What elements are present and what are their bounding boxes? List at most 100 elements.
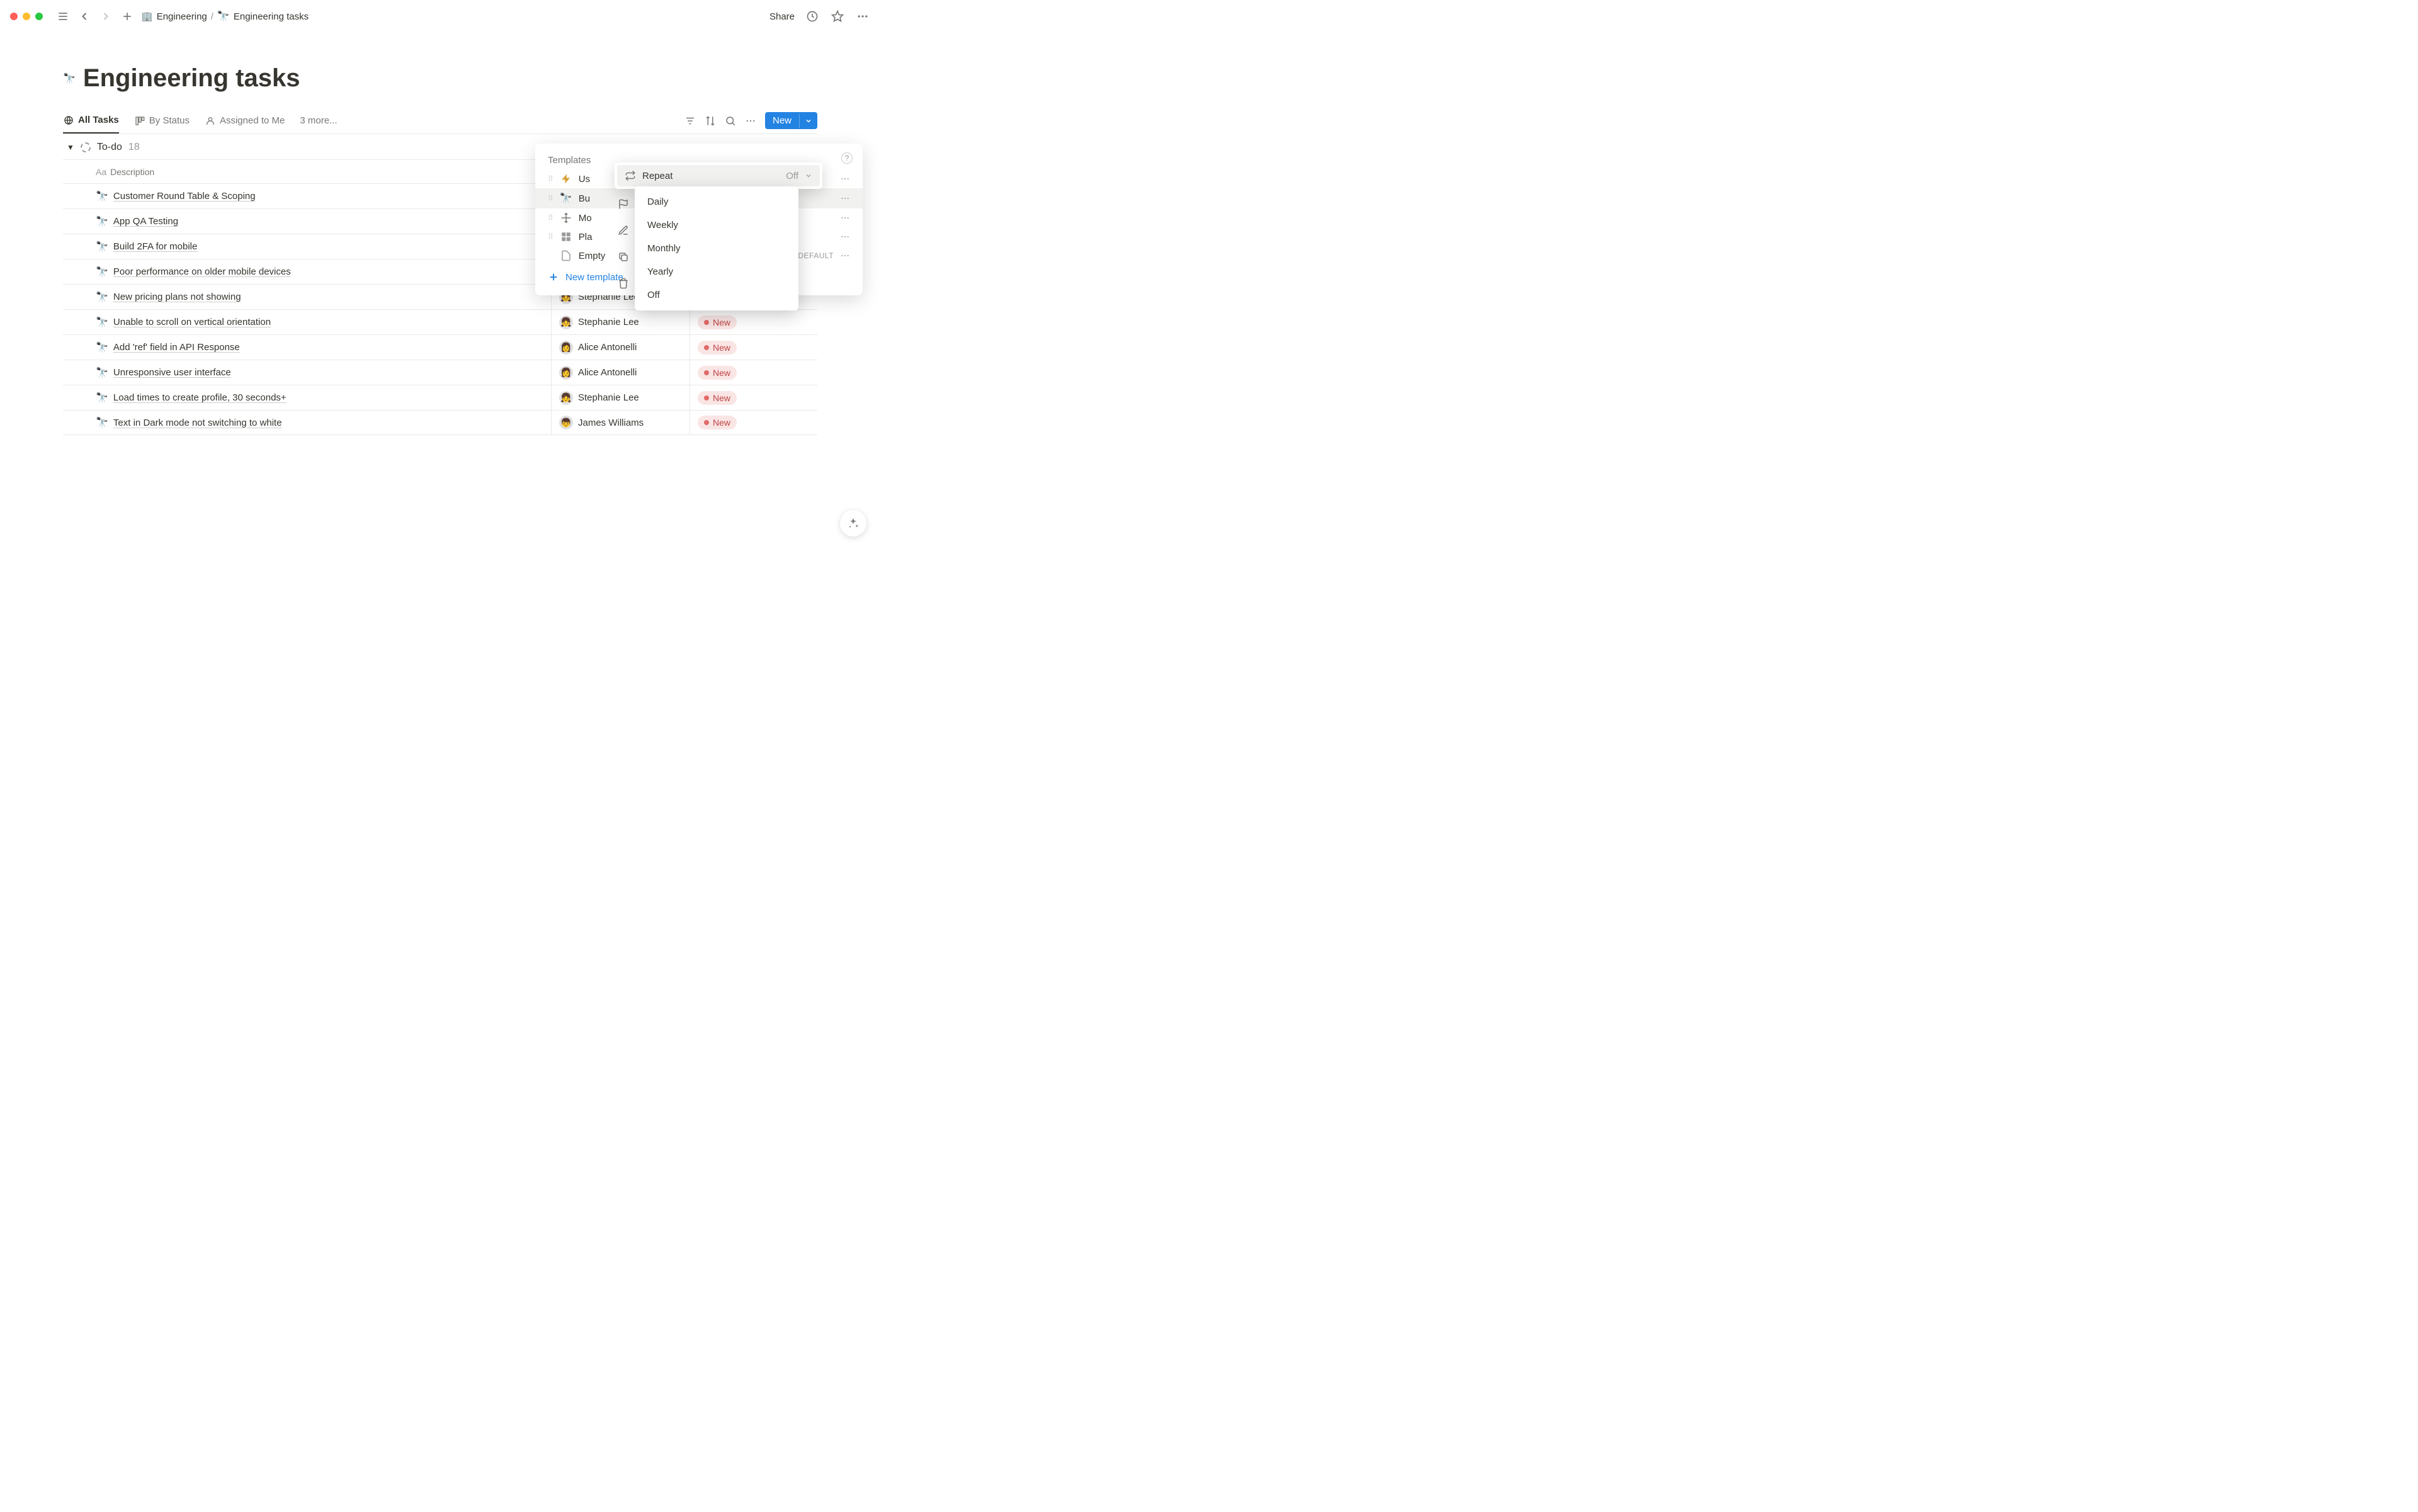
- column-description-header[interactable]: Aa Description: [63, 167, 551, 177]
- template-type-icon: [560, 173, 572, 185]
- topbar-right: Share: [769, 9, 870, 24]
- topbar: 🏢 Engineering / 🔭 Engineering tasks Shar…: [0, 0, 880, 33]
- assignee-name: Alice Antonelli: [578, 342, 637, 353]
- status-cell[interactable]: New: [690, 411, 817, 435]
- repeat-option[interactable]: Off: [635, 283, 798, 307]
- breadcrumb: 🏢 Engineering / 🔭 Engineering tasks: [141, 10, 309, 23]
- assignee-cell[interactable]: 👧Stephanie Lee: [551, 385, 690, 410]
- template-more-icon[interactable]: [840, 174, 850, 184]
- table-row[interactable]: 🔭Load times to create profile, 30 second…: [63, 385, 817, 410]
- template-type-icon: [560, 212, 572, 224]
- status-cell[interactable]: New: [690, 385, 817, 410]
- page-icon[interactable]: 🔭: [63, 72, 76, 85]
- breadcrumb-separator: /: [211, 11, 213, 22]
- avatar: 👦: [559, 416, 573, 429]
- repeat-menu-item[interactable]: Repeat Off: [617, 165, 820, 186]
- share-button[interactable]: Share: [769, 11, 795, 22]
- tab-by-status[interactable]: By Status: [134, 108, 190, 134]
- binoculars-icon: 🔭: [96, 341, 108, 354]
- clock-icon[interactable]: [805, 9, 820, 24]
- help-icon[interactable]: ?: [841, 152, 853, 164]
- template-more-icon[interactable]: [840, 251, 850, 261]
- view-more-icon[interactable]: [745, 115, 756, 127]
- flag-icon[interactable]: [615, 195, 632, 213]
- task-title[interactable]: App QA Testing: [113, 216, 178, 227]
- chevron-down-icon: [805, 172, 812, 179]
- repeat-option[interactable]: Yearly: [635, 260, 798, 283]
- star-icon[interactable]: [830, 9, 845, 24]
- column-label: Description: [110, 167, 154, 177]
- repeat-icon: [625, 170, 636, 181]
- search-icon[interactable]: [725, 115, 736, 127]
- duplicate-icon[interactable]: [615, 248, 632, 266]
- menu-icon[interactable]: [55, 9, 71, 24]
- edit-icon[interactable]: [615, 222, 632, 239]
- task-title[interactable]: Customer Round Table & Scoping: [113, 191, 256, 202]
- repeat-label: Repeat: [642, 171, 780, 181]
- task-title[interactable]: Unresponsive user interface: [113, 367, 231, 378]
- view-actions: New: [684, 112, 817, 129]
- tab-all-tasks[interactable]: All Tasks: [63, 108, 119, 134]
- template-more-icon[interactable]: [840, 193, 850, 203]
- breadcrumb-parent-label: Engineering: [157, 11, 207, 22]
- avatar: 👩: [559, 366, 573, 380]
- task-title[interactable]: Poor performance on older mobile devices: [113, 266, 291, 277]
- task-title[interactable]: Load times to create profile, 30 seconds…: [113, 392, 287, 403]
- table-row[interactable]: 🔭Unresponsive user interface👩Alice Anton…: [63, 360, 817, 385]
- window-minimize[interactable]: [23, 13, 30, 20]
- text-type-icon: Aa: [96, 167, 106, 177]
- status-cell[interactable]: New: [690, 335, 817, 360]
- task-title[interactable]: Unable to scroll on vertical orientation: [113, 317, 271, 327]
- assignee-cell[interactable]: 👦James Williams: [551, 411, 690, 435]
- task-title[interactable]: Build 2FA for mobile: [113, 241, 197, 252]
- binoculars-icon: 🔭: [217, 10, 230, 23]
- assignee-cell[interactable]: 👩Alice Antonelli: [551, 335, 690, 360]
- status-cell[interactable]: New: [690, 310, 817, 334]
- status-badge: New: [698, 416, 737, 429]
- binoculars-icon: 🔭: [96, 241, 108, 253]
- drag-handle-icon[interactable]: ⠿: [548, 213, 553, 222]
- assignee-cell[interactable]: 👩Alice Antonelli: [551, 360, 690, 385]
- table-row[interactable]: 🔭Unable to scroll on vertical orientatio…: [63, 309, 817, 334]
- breadcrumb-current[interactable]: 🔭 Engineering tasks: [217, 10, 309, 23]
- table-row[interactable]: 🔭Text in Dark mode not switching to whit…: [63, 410, 817, 435]
- filter-icon[interactable]: [684, 115, 696, 127]
- new-button[interactable]: New: [765, 112, 817, 129]
- forward-icon[interactable]: [98, 9, 113, 24]
- breadcrumb-current-label: Engineering tasks: [234, 11, 309, 22]
- repeat-value: Off: [786, 171, 798, 181]
- drag-handle-icon[interactable]: ⠿: [548, 174, 553, 183]
- window-close[interactable]: [10, 13, 18, 20]
- status-badge: New: [698, 341, 737, 355]
- template-more-icon[interactable]: [840, 232, 850, 242]
- back-icon[interactable]: [77, 9, 92, 24]
- trash-icon[interactable]: [615, 275, 632, 292]
- sort-icon[interactable]: [705, 115, 716, 127]
- more-views[interactable]: 3 more...: [300, 115, 337, 126]
- table-row[interactable]: 🔭 Add 'ref' field in API Response 👩Alice A…: [63, 334, 817, 360]
- group-toggle[interactable]: ▼: [67, 143, 74, 152]
- assignee-cell[interactable]: 👧Stephanie Lee: [551, 310, 690, 334]
- breadcrumb-parent[interactable]: 🏢 Engineering: [141, 11, 207, 22]
- drag-handle-icon[interactable]: ⠿: [548, 232, 553, 241]
- page-title[interactable]: Engineering tasks: [83, 64, 300, 93]
- tab-assigned-to-me[interactable]: Assigned to Me: [205, 108, 285, 134]
- window-maximize[interactable]: [35, 13, 43, 20]
- view-tabs: All Tasks By Status Assigned to Me 3 mor…: [63, 108, 817, 134]
- tab-label: Assigned to Me: [220, 115, 285, 126]
- task-title[interactable]: Text in Dark mode not switching to white: [113, 418, 282, 428]
- ai-button[interactable]: [840, 510, 866, 537]
- task-title[interactable]: Add 'ref' field in API Response: [113, 342, 240, 353]
- new-button-label: New: [765, 112, 799, 129]
- status-cell[interactable]: New: [690, 360, 817, 385]
- new-button-dropdown[interactable]: [799, 114, 817, 128]
- drag-handle-icon[interactable]: ⠿: [548, 194, 553, 203]
- new-page-icon[interactable]: [120, 9, 135, 24]
- repeat-option[interactable]: Weekly: [635, 213, 798, 237]
- template-more-icon[interactable]: [840, 213, 850, 223]
- repeat-option[interactable]: Monthly: [635, 237, 798, 260]
- task-title[interactable]: New pricing plans not showing: [113, 292, 241, 302]
- more-icon[interactable]: [855, 9, 870, 24]
- repeat-option[interactable]: Daily: [635, 190, 798, 213]
- assignee-name: Stephanie Lee: [578, 392, 639, 403]
